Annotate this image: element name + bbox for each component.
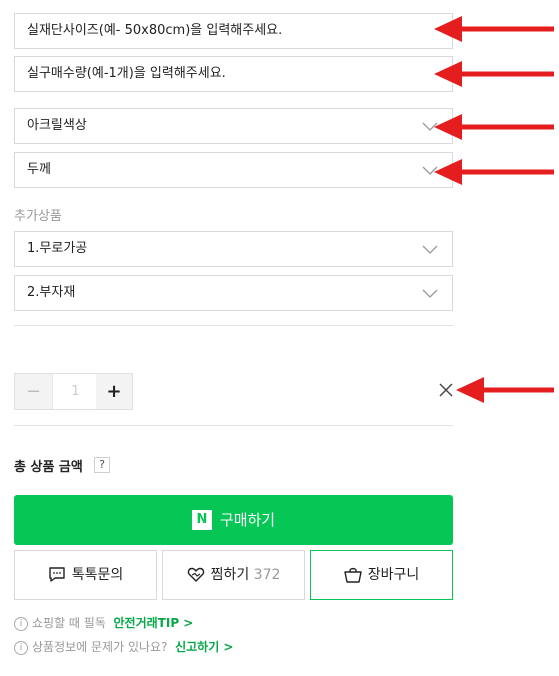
- total-price-label: 총 상품 금액: [14, 460, 83, 475]
- quantity-stepper[interactable]: − 1 +: [14, 373, 133, 410]
- additional-option-2-label: 2.부자재: [27, 285, 76, 300]
- info-icon: i: [14, 616, 28, 631]
- close-icon[interactable]: [439, 383, 453, 397]
- size-input[interactable]: 실재단사이즈(예- 50x80cm)을 입력해주세요.: [14, 13, 453, 49]
- talk-inquiry-button[interactable]: 톡톡문의: [14, 550, 157, 600]
- talk-inquiry-label: 톡톡문의: [71, 567, 124, 583]
- wishlist-count: 372: [253, 567, 281, 583]
- chevron-down-icon: [422, 245, 438, 254]
- additional-option-1-label: 1.무로가공: [27, 241, 88, 256]
- annotation-arrow-icon: [456, 377, 554, 403]
- annotation-arrow-icon: [434, 61, 554, 87]
- acrylic-color-select-label: 아크릴색상: [27, 118, 87, 133]
- wishlist-label: 찜하기: [210, 567, 250, 583]
- safe-trade-tip-link[interactable]: 안전거래TIP >: [114, 616, 194, 630]
- annotation-arrow-icon: [434, 159, 554, 185]
- additional-option-1-select[interactable]: 1.무로가공: [14, 231, 453, 267]
- annotation-arrow-icon: [434, 114, 554, 140]
- quantity-text-input[interactable]: 실구매수량(예-1개)을 입력해주세요.: [14, 56, 453, 92]
- decrease-button[interactable]: −: [15, 374, 52, 409]
- divider: [14, 325, 453, 326]
- additional-products-label: 추가상품: [14, 209, 62, 224]
- acrylic-color-select[interactable]: 아크릴색상: [14, 108, 453, 144]
- info-icon: i: [14, 640, 28, 655]
- cart-button[interactable]: 장바구니: [310, 550, 453, 600]
- annotation-arrow-icon: [434, 16, 554, 42]
- divider: [14, 425, 453, 426]
- thickness-select[interactable]: 두께: [14, 152, 453, 188]
- quantity-value[interactable]: 1: [52, 374, 99, 409]
- shopping-basket-icon: [344, 567, 362, 583]
- notice-safe-trade-text: 쇼핑할 때 필독: [32, 616, 106, 630]
- increase-button[interactable]: +: [96, 374, 132, 409]
- naver-pay-logo: N: [191, 510, 212, 530]
- additional-option-2-select[interactable]: 2.부자재: [14, 275, 453, 311]
- report-link[interactable]: 신고하기 >: [175, 640, 233, 654]
- chevron-down-icon: [422, 289, 438, 298]
- notice-safe-trade: i 쇼핑할 때 필독 안전거래TIP >: [14, 614, 193, 631]
- wishlist-button[interactable]: 찜하기 372: [162, 550, 305, 600]
- buy-button-label: 구매하기: [219, 511, 276, 529]
- notice-report-text: 상품정보에 문제가 있나요?: [32, 640, 168, 654]
- chat-icon: [49, 567, 65, 582]
- thickness-select-label: 두께: [27, 162, 51, 177]
- help-button[interactable]: ?: [94, 457, 110, 473]
- buy-button[interactable]: N 구매하기: [14, 495, 453, 545]
- notice-report: i 상품정보에 문제가 있나요? 신고하기 >: [14, 638, 234, 655]
- heart-icon: [187, 567, 204, 582]
- cart-label: 장바구니: [367, 567, 420, 583]
